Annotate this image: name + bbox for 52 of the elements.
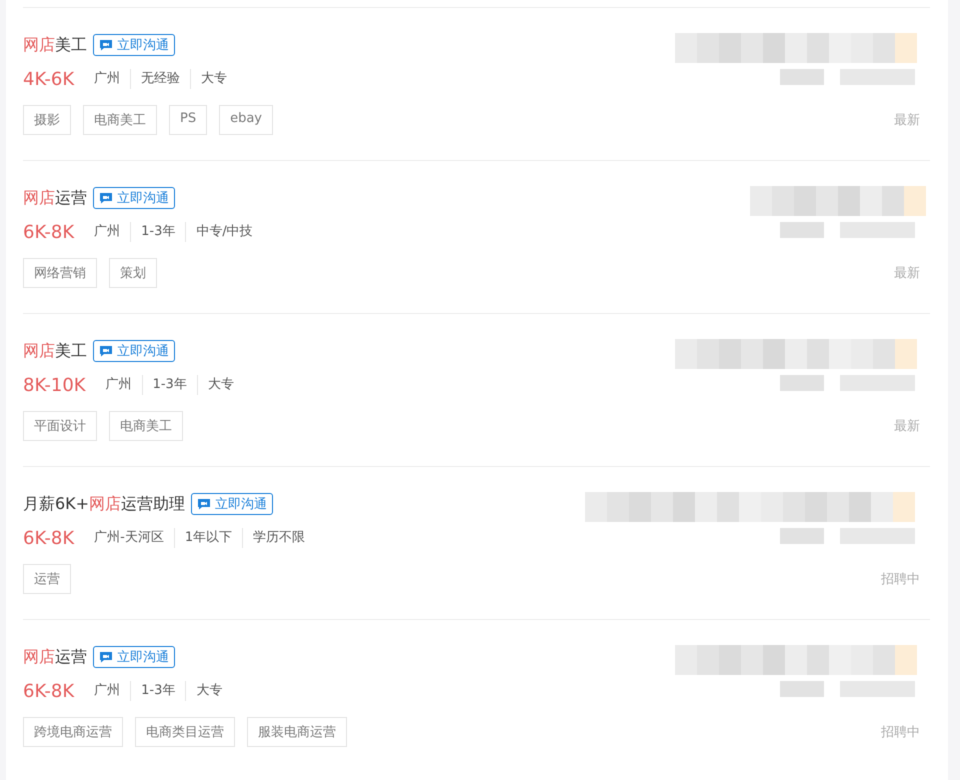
job-detail: 广州 <box>104 376 133 394</box>
job-detail: 1-3年 <box>142 375 197 395</box>
chat-button[interactable]: 立即沟通 <box>93 34 175 56</box>
skill-tag: 电商美工 <box>109 411 183 441</box>
skill-tag: 网络营销 <box>23 258 97 288</box>
status-label: 招聘中 <box>881 724 920 741</box>
job-detail: 1-3年 <box>130 222 186 242</box>
chat-button[interactable]: 立即沟通 <box>93 340 175 362</box>
job-detail: 广州 <box>93 70 122 88</box>
chat-icon <box>99 192 113 204</box>
job-title[interactable]: 网店运营 <box>23 188 87 208</box>
job-detail: 大专 <box>185 681 232 701</box>
skill-tag: ebay <box>219 105 274 135</box>
job-title[interactable]: 网店美工 <box>23 34 87 56</box>
chat-icon <box>197 498 212 510</box>
skill-tag: 电商类目运营 <box>135 717 235 747</box>
chat-icon <box>99 345 113 357</box>
chat-button[interactable]: 立即沟通 <box>93 187 175 209</box>
job-detail: 无经验 <box>130 69 190 89</box>
salary: 6K-8K <box>23 222 74 242</box>
job-detail: 学历不限 <box>242 528 316 548</box>
salary: 4K-6K <box>23 68 74 90</box>
skill-tag: 跨境电商运营 <box>23 717 123 747</box>
skill-tag: 平面设计 <box>23 411 97 441</box>
skill-tag: 电商美工 <box>83 105 157 135</box>
salary: 6K-8K <box>23 680 74 702</box>
skill-tag: 服装电商运营 <box>247 717 347 747</box>
job-detail: 大专 <box>190 69 238 89</box>
job-detail: 1年以下 <box>174 528 242 548</box>
skill-tag: 摄影 <box>23 105 71 135</box>
status-label: 最新 <box>894 418 920 435</box>
job-title[interactable]: 网店美工 <box>23 340 87 362</box>
status-label: 招聘中 <box>881 571 920 588</box>
job-title[interactable]: 月薪6K+网店运营助理 <box>23 494 186 514</box>
chat-icon <box>99 651 113 663</box>
skill-tag: PS <box>169 105 208 135</box>
salary: 6K-8K <box>23 528 74 548</box>
skill-tag: 策划 <box>109 258 157 288</box>
skill-tag: 运营 <box>23 564 71 594</box>
chat-icon <box>99 39 113 51</box>
status-label: 最新 <box>894 112 920 129</box>
status-label: 最新 <box>894 265 920 282</box>
chat-button[interactable]: 立即沟通 <box>191 493 274 515</box>
job-title[interactable]: 网店运营 <box>23 646 87 668</box>
job-detail: 大专 <box>196 375 244 395</box>
job-detail: 1-3年 <box>130 681 186 701</box>
job-detail: 中专/中技 <box>185 222 263 242</box>
job-detail: 广州-天河区 <box>93 529 165 547</box>
job-detail: 广州 <box>93 223 122 241</box>
chat-button[interactable]: 立即沟通 <box>93 646 175 668</box>
job-detail: 广州 <box>93 682 122 700</box>
salary: 8K-10K <box>23 374 86 396</box>
